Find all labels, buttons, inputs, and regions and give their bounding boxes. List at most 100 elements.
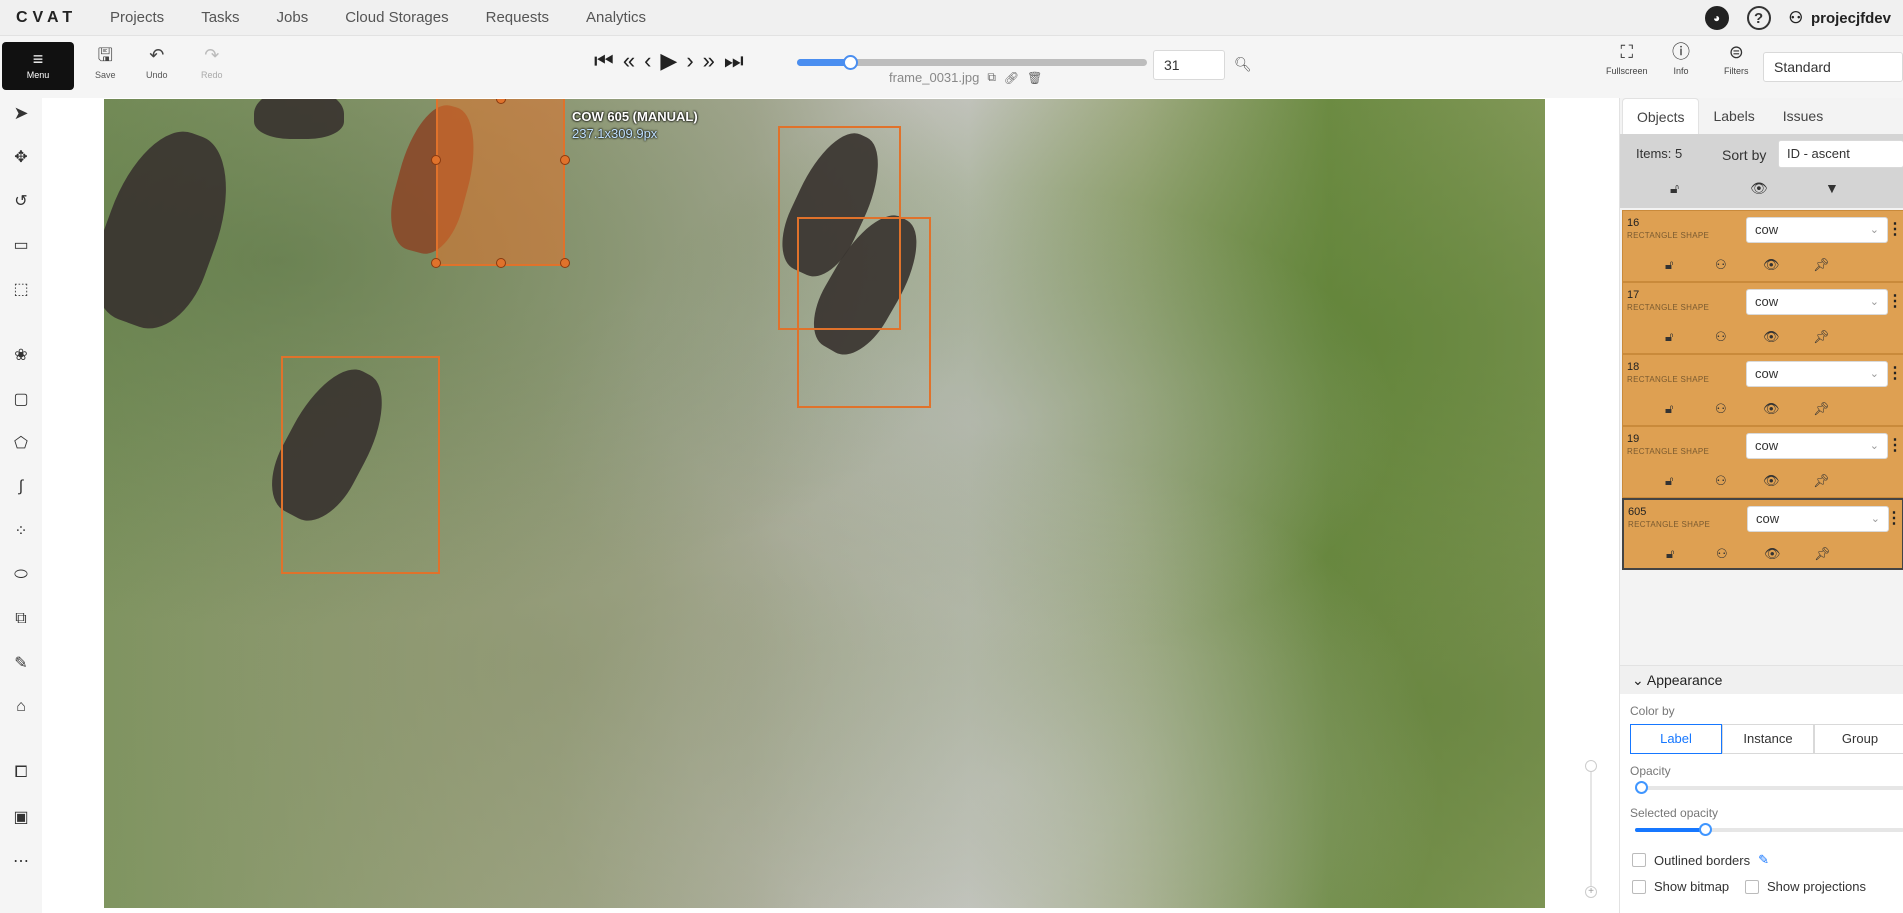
object-label-select[interactable]: cow ⌄ [1747,506,1889,532]
previous-frame-icon[interactable]: ‹ [644,48,651,74]
occluded-icon[interactable]: ⚇ [1715,401,1727,417]
nav-tasks[interactable]: Tasks [201,9,239,26]
fast-forward-icon[interactable]: » [703,48,715,74]
pin-icon[interactable]: 📌︎ [1813,257,1830,273]
bbox-18[interactable] [281,356,440,574]
user-menu[interactable]: ⚇ projecjfdev [1789,8,1891,28]
move-icon[interactable]: ✥ [8,144,34,170]
pin-icon[interactable]: 📌︎ [1813,329,1830,345]
object-card[interactable]: 18 RECTANGLE SHAPE cow ⌄ ⋮ 🔓︎ ⚇ 👁︎ 📌︎ [1622,354,1903,426]
copy-icon[interactable]: ⧉ [987,70,996,85]
lock-icon[interactable]: 🔓︎ [1665,473,1673,489]
draw-ellipse-icon[interactable]: ⬭ [8,562,34,588]
visibility-icon[interactable]: 👁︎ [1763,401,1780,417]
fullscreen-button[interactable]: ⛶ Fullscreen [1606,42,1648,76]
object-label-select[interactable]: cow ⌄ [1746,433,1888,459]
delete-frame-icon[interactable]: 🗑︎ [1027,71,1042,85]
checkbox[interactable] [1632,853,1646,867]
color-by-label-option[interactable]: Label [1630,724,1722,754]
resize-handle[interactable] [431,258,441,268]
opacity-slider-handle[interactable] [1635,781,1648,794]
frame-slider-handle[interactable] [842,55,858,70]
save-button[interactable]: 🖫 Save [95,46,116,80]
tab-labels[interactable]: Labels [1699,98,1768,134]
tab-objects[interactable]: Objects [1622,98,1700,134]
merge-shapes-icon[interactable]: ⧠ [8,760,34,786]
resize-handle[interactable] [560,155,570,165]
lock-icon[interactable]: 🔓︎ [1666,546,1674,562]
info-button[interactable]: ⓘ Info [1672,42,1690,76]
lock-all-icon[interactable]: 🔓︎ [1670,180,1679,197]
resize-handle[interactable] [431,155,441,165]
pin-icon[interactable]: 📌︎ [1813,401,1830,417]
first-frame-icon[interactable]: ⏮ [594,48,614,74]
show-projections-checkbox[interactable]: Show projections [1745,879,1866,894]
lock-icon[interactable]: 🔓︎ [1665,401,1673,417]
outlined-borders-checkbox[interactable]: Outlined borders ✎ [1632,852,1769,868]
frame-number-input[interactable]: 31 [1153,50,1225,80]
link-icon[interactable]: 🔗︎ [1004,71,1019,85]
more-options-icon[interactable]: ⋮ [1886,508,1902,528]
zoom-region-icon[interactable]: ⬚ [8,276,34,302]
color-by-instance-option[interactable]: Instance [1722,724,1814,754]
opacity-slider[interactable] [1635,781,1903,794]
more-tools-icon[interactable]: ⋯ [8,848,34,874]
occluded-icon[interactable]: ⚇ [1715,329,1727,345]
ai-tools-icon[interactable]: ❀ [8,342,34,368]
next-frame-icon[interactable]: › [686,48,693,74]
appearance-header[interactable]: ⌄ Appearance [1620,666,1903,694]
more-options-icon[interactable]: ⋮ [1887,219,1903,239]
object-label-select[interactable]: cow ⌄ [1746,361,1888,387]
undo-button[interactable]: ↶ Undo [146,46,168,80]
redo-button[interactable]: ↷ Redo [201,46,223,80]
nav-projects[interactable]: Projects [110,9,164,26]
collapse-all-icon[interactable]: ▼ [1825,180,1839,196]
object-card[interactable]: 605 RECTANGLE SHAPE cow ⌄ ⋮ 🔓︎ ⚇ 👁︎ 📌︎ [1622,498,1903,570]
object-card[interactable]: 19 RECTANGLE SHAPE cow ⌄ ⋮ 🔓︎ ⚇ 👁︎ 📌︎ [1622,426,1903,498]
object-card[interactable]: 17 RECTANGLE SHAPE cow ⌄ ⋮ 🔓︎ ⚇ 👁︎ 📌︎ [1622,282,1903,354]
hide-all-icon[interactable]: 👁︎ [1750,180,1768,197]
menu-button[interactable]: ≡ Menu [2,42,74,90]
more-options-icon[interactable]: ⋮ [1887,435,1903,455]
zoom-in-icon[interactable]: + [1585,886,1597,898]
visibility-icon[interactable]: 👁︎ [1763,329,1780,345]
fit-image-icon[interactable]: ▭ [8,232,34,258]
group-shapes-icon[interactable]: ▣ [8,804,34,830]
zoom-slider[interactable]: + [1585,760,1597,900]
github-icon[interactable]: ◕ [1704,6,1729,30]
nav-jobs[interactable]: Jobs [277,9,309,26]
selected-opacity-slider-handle[interactable] [1698,823,1712,836]
draw-polyline-icon[interactable]: ∫ [8,474,34,500]
more-options-icon[interactable]: ⋮ [1887,363,1903,383]
pencil-icon[interactable]: ✎ [1758,852,1769,868]
occluded-icon[interactable]: ⚇ [1715,257,1727,273]
draw-rectangle-icon[interactable]: ▢ [8,386,34,412]
search-icon[interactable]: 🔍︎ [1234,56,1252,73]
pin-icon[interactable]: 📌︎ [1814,546,1831,562]
tag-icon[interactable]: ⌂ [8,694,34,720]
play-icon[interactable]: ▶ [660,48,677,74]
object-label-select[interactable]: cow ⌄ [1746,217,1888,243]
last-frame-icon[interactable]: ⏭ [724,48,744,74]
filters-button[interactable]: ⊜ Filters [1724,42,1749,76]
bbox-17[interactable] [797,217,931,408]
visibility-icon[interactable]: 👁︎ [1763,257,1780,273]
selected-opacity-slider[interactable] [1635,823,1903,836]
frame-slider[interactable] [797,55,1147,70]
resize-handle[interactable] [496,258,506,268]
brush-icon[interactable]: ✎ [8,650,34,676]
draw-polygon-icon[interactable]: ⬠ [8,430,34,456]
draw-points-icon[interactable]: ⁘ [8,518,34,544]
nav-cloud-storages[interactable]: Cloud Storages [345,9,448,26]
cvat-logo[interactable]: CVAT [16,9,110,27]
occluded-icon[interactable]: ⚇ [1716,546,1728,562]
bbox-605[interactable] [436,99,565,266]
tab-issues[interactable]: Issues [1769,98,1837,134]
show-bitmap-checkbox[interactable]: Show bitmap [1632,879,1729,894]
cursor-icon[interactable]: ➤ [8,100,34,126]
nav-requests[interactable]: Requests [486,9,549,26]
color-by-group-option[interactable]: Group [1814,724,1903,754]
zoom-slider-handle[interactable] [1585,760,1597,772]
visibility-icon[interactable]: 👁︎ [1764,546,1781,562]
sort-select[interactable]: ID - ascent [1778,140,1903,168]
